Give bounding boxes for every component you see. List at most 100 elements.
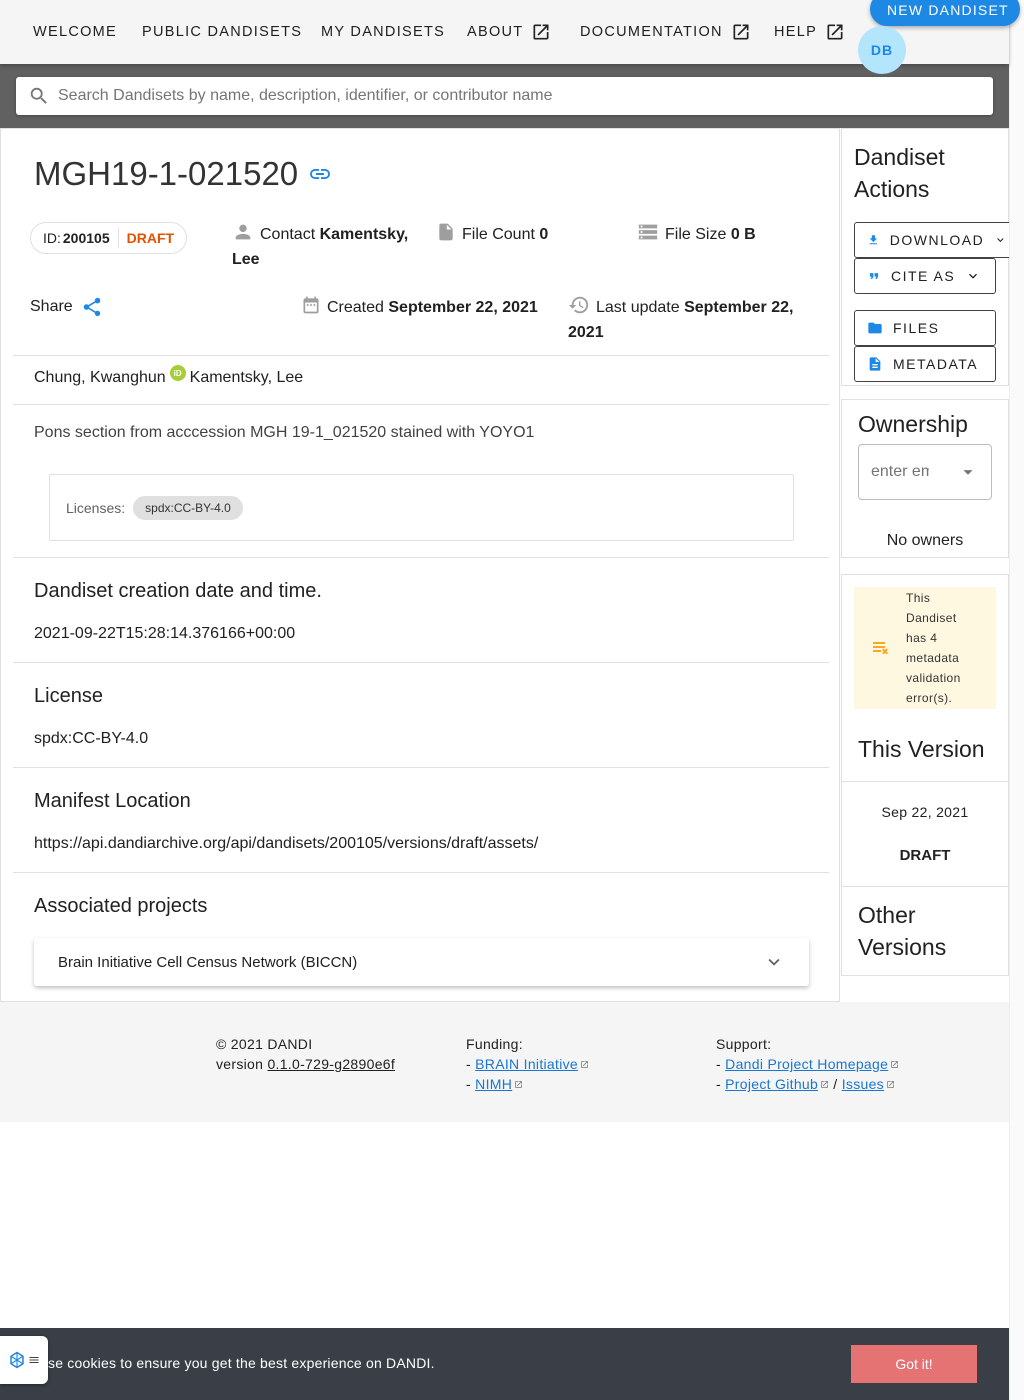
link-icon[interactable] — [308, 162, 332, 186]
contributors-list: Chung, Kwanghun iD Kamentsky, Lee — [34, 365, 304, 387]
share-button[interactable]: Share — [30, 294, 103, 319]
nav-welcome[interactable]: WELCOME — [33, 18, 117, 46]
files-label: FILES — [893, 320, 940, 336]
warning-line: metadata — [906, 651, 960, 665]
brain-initiative-link[interactable]: BRAIN Initiative — [475, 1056, 578, 1072]
nav-documentation[interactable]: DOCUMENTATION — [580, 18, 751, 46]
calendar-icon — [303, 296, 319, 314]
dandiset-title-row: MGH19-1-021520 — [34, 155, 332, 193]
cookie-message: se cookies to ensure you get the best ex… — [48, 1355, 435, 1371]
bullet-dash: - — [466, 1076, 471, 1092]
nav-welcome-label: WELCOME — [33, 24, 118, 40]
open-in-new-icon — [827, 24, 843, 40]
owner-email-input[interactable] — [871, 463, 929, 481]
cite-as-button[interactable]: CITE AS — [854, 258, 996, 294]
divider — [13, 557, 829, 558]
share-icon — [83, 297, 100, 316]
metadata-button[interactable]: METADATA — [854, 346, 996, 382]
user-avatar[interactable]: DB — [858, 26, 906, 74]
file-count-value: 0 — [539, 226, 549, 243]
other-versions-title: Other Versions — [858, 899, 946, 963]
dandi-homepage-link[interactable]: Dandi Project Homepage — [725, 1056, 888, 1072]
manifest-section-title: Manifest Location — [34, 790, 191, 812]
contact-name-line2[interactable]: Lee — [232, 251, 260, 268]
license-chip: spdx:CC-BY-4.0 — [133, 495, 243, 520]
warning-line: Dandiset — [906, 611, 957, 625]
file-count-label: File Count — [462, 226, 535, 243]
dandiset-actions-panel: Dandiset Actions DOWNLOAD CITE AS FILES M… — [841, 128, 1020, 386]
project-expansion-panel[interactable]: Brain Initiative Cell Census Network (BI… — [34, 938, 809, 986]
bullet-dash: - — [466, 1056, 471, 1072]
person-icon — [235, 224, 251, 240]
search-band — [0, 64, 1009, 128]
warning-line: This — [906, 591, 931, 605]
page-scrollbar[interactable] — [1009, 0, 1024, 1400]
dropdown-arrow-icon — [963, 470, 973, 475]
download-button[interactable]: DOWNLOAD — [854, 222, 1020, 258]
slash-separator: / — [833, 1076, 838, 1092]
cookie-accept-button[interactable]: Got it! — [851, 1345, 977, 1383]
dandiset-main-card: MGH19-1-021520 ID: 200105 DRAFT Contact … — [0, 128, 840, 1002]
created-date: September 22, 2021 — [388, 299, 538, 316]
validation-warning-text: This Dandiset has 4 metadata validation error… — [906, 588, 968, 708]
copyright-text: © 2021 DANDI — [216, 1036, 313, 1052]
project-github-link[interactable]: Project Github — [725, 1076, 818, 1092]
licenses-box: Licenses: spdx:CC-BY-4.0 — [49, 474, 794, 541]
external-link-icon — [515, 1081, 523, 1088]
nimh-link[interactable]: NIMH — [475, 1076, 512, 1092]
validation-warning[interactable]: This Dandiset has 4 metadata validation error… — [854, 587, 996, 709]
warning-line: validation — [906, 671, 961, 685]
version-label: version — [216, 1056, 264, 1072]
external-link-icon — [581, 1061, 588, 1068]
footer-funding-column: Funding: - BRAIN Initiative - NIMH — [466, 1034, 589, 1094]
nav-documentation-label: DOCUMENTATION — [580, 24, 723, 40]
file-size-value: 0 B — [730, 226, 756, 243]
nav-help[interactable]: HELP — [774, 18, 845, 46]
files-button[interactable]: FILES — [854, 310, 996, 346]
divider — [842, 886, 1008, 887]
actions-title-line2: Actions — [854, 176, 930, 202]
owner-select[interactable] — [858, 444, 992, 500]
orcid-icon[interactable]: iD — [169, 365, 186, 381]
issues-link[interactable]: Issues — [842, 1076, 884, 1092]
nav-public-dandisets-label: PUBLIC DANDISETS — [142, 24, 303, 40]
creation-section-title: Dandiset creation date and time. — [34, 580, 322, 602]
support-row: - Project Github / Issues — [716, 1074, 899, 1094]
share-label: Share — [30, 298, 73, 315]
search-icon — [30, 87, 47, 104]
search-box — [16, 77, 993, 115]
updated-label: Last update — [596, 299, 680, 316]
nav-about-label: ABOUT — [467, 24, 524, 40]
new-dandiset-button[interactable]: NEW DANDISET — [870, 0, 1020, 26]
actions-title: Dandiset Actions — [854, 141, 945, 205]
contact-label: Contact — [260, 226, 316, 243]
footer-version-column: © 2021 DANDI version 0.1.0-729-g2890e6f — [216, 1034, 395, 1074]
open-in-new-icon — [733, 24, 749, 40]
contributor-name[interactable]: Kamentsky, Lee — [190, 369, 304, 387]
nav-public-dandisets[interactable]: PUBLIC DANDISETS — [142, 18, 302, 46]
version-link[interactable]: 0.1.0-729-g2890e6f — [267, 1056, 395, 1072]
external-link-icon — [891, 1061, 899, 1068]
nav-my-dandisets[interactable]: MY DANDISETS — [321, 18, 445, 46]
history-icon — [568, 296, 589, 314]
contributor-name[interactable]: Chung, Kwanghun — [34, 369, 166, 387]
document-icon — [869, 357, 881, 371]
divider — [13, 872, 829, 873]
dandiset-description: Pons section from acccession MGH 19-1_02… — [34, 424, 535, 441]
support-label: Support: — [716, 1036, 772, 1052]
storage-icon — [638, 224, 658, 240]
divider — [13, 355, 829, 356]
warning-line: error(s). — [906, 691, 953, 705]
search-input[interactable] — [58, 77, 993, 115]
cookie-widget-icon — [10, 1351, 24, 1369]
cookie-widget-button[interactable] — [0, 1336, 48, 1384]
ownership-panel: Ownership No owners — [841, 399, 1009, 558]
divider — [13, 767, 829, 768]
nav-about[interactable]: ABOUT — [467, 18, 551, 46]
divider — [842, 781, 1008, 782]
chevron-down-icon — [768, 958, 780, 966]
ownership-title: Ownership — [858, 411, 968, 437]
version-name[interactable]: DRAFT — [842, 847, 1008, 864]
license-section-title: License — [34, 685, 103, 707]
contact-name-line1[interactable]: Kamentsky, — [320, 226, 409, 243]
